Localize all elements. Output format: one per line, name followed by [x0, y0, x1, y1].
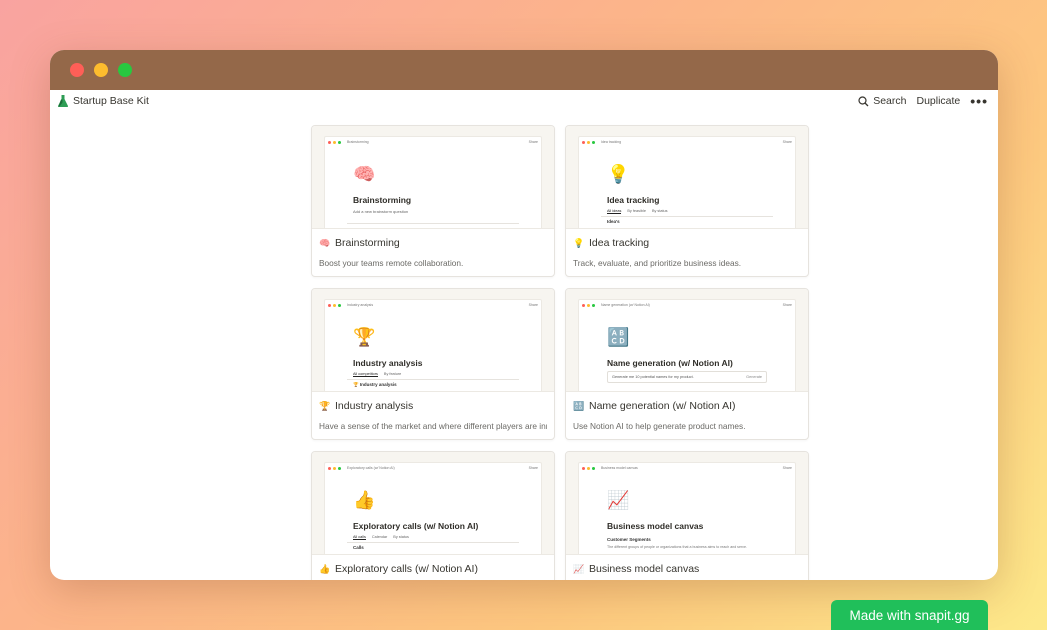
- preview-title: Name generation (w/ Notion AI): [607, 358, 733, 368]
- preview-crumb: Brainstorming: [347, 140, 369, 144]
- preview-page: Idea tracking Share 💡 Idea tracking All …: [578, 136, 796, 228]
- card-title: Industry analysis: [335, 400, 414, 412]
- preview-subtitle: Add a new brainstorm question: [353, 209, 409, 214]
- preview-crumb: Idea tracking: [601, 140, 622, 144]
- search-icon: [858, 95, 869, 106]
- preview-title: Industry analysis: [353, 358, 423, 368]
- gallery-card-brainstorming[interactable]: Brainstorming Share 🧠 Brainstorming Add …: [311, 125, 555, 277]
- preview-section: 🏆 Industry analysis: [353, 382, 397, 387]
- preview-page: Name generation (w/ Notion AI) Share 🔠 N…: [578, 299, 796, 391]
- preview-share: Share: [528, 303, 538, 307]
- chart-increasing-icon: 📈: [607, 490, 630, 510]
- lightbulb-icon: 💡: [607, 164, 630, 184]
- preview-share: Share: [782, 466, 792, 470]
- thumbs-up-icon: 👍: [353, 490, 376, 510]
- card-preview: Idea tracking Share 💡 Idea tracking All …: [566, 126, 808, 229]
- thumbs-up-icon: 👍: [319, 563, 331, 574]
- gallery-card-industry-analysis[interactable]: Industry analysis Share 🏆 Industry analy…: [311, 288, 555, 440]
- preview-title: Exploratory calls (w/ Notion AI): [353, 521, 479, 531]
- preview-page: Exploratory calls (w/ Notion AI) Share 👍…: [324, 462, 542, 554]
- template-gallery: Brainstorming Share 🧠 Brainstorming Add …: [311, 125, 809, 580]
- flask-icon: [58, 95, 68, 107]
- maximize-window-button[interactable]: [118, 63, 132, 77]
- minimize-window-button[interactable]: [94, 63, 108, 77]
- preview-share: Share: [782, 140, 792, 144]
- card-preview: Brainstorming Share 🧠 Brainstorming Add …: [312, 126, 554, 229]
- page-topbar: Startup Base Kit Search Duplicate •••: [50, 90, 998, 112]
- preview-crumb: Industry analysis: [347, 303, 374, 307]
- card-title: Business model canvas: [589, 563, 700, 575]
- abcd-letters-icon: 🔠: [573, 400, 585, 411]
- card-preview: Name generation (w/ Notion AI) Share 🔠 N…: [566, 289, 808, 392]
- made-with-badge[interactable]: Made with snapit.gg: [831, 600, 988, 630]
- preview-ai-input: Generate me 10 potential names for my pr…: [607, 371, 767, 383]
- browser-window: Startup Base Kit Search Duplicate ••• Br…: [50, 50, 998, 580]
- preview-tabs: All calls Calendar By status: [353, 535, 409, 540]
- preview-share: Share: [528, 466, 538, 470]
- card-preview: Industry analysis Share 🏆 Industry analy…: [312, 289, 554, 392]
- card-title: Exploratory calls (w/ Notion AI): [335, 563, 478, 575]
- preview-title: Brainstorming: [353, 195, 412, 205]
- card-preview: Business model canvas Share 📈 Business m…: [566, 452, 808, 555]
- preview-page: Brainstorming Share 🧠 Brainstorming Add …: [324, 136, 542, 228]
- card-description: Track, evaluate, and prioritize business…: [573, 258, 742, 268]
- card-title: Brainstorming: [335, 237, 400, 249]
- breadcrumb[interactable]: Startup Base Kit: [58, 95, 149, 107]
- brain-icon: 🧠: [319, 237, 331, 248]
- window-titlebar: [50, 50, 998, 90]
- search-label: Search: [873, 95, 907, 107]
- preview-section: Calls: [353, 545, 364, 550]
- preview-share: Share: [782, 303, 792, 307]
- gallery-card-exploratory-calls[interactable]: Exploratory calls (w/ Notion AI) Share 👍…: [311, 451, 555, 580]
- preview-page: Industry analysis Share 🏆 Industry analy…: [324, 299, 542, 391]
- card-description: Use Notion AI to help generate product n…: [573, 421, 746, 431]
- abcd-letters-icon: 🔠: [607, 327, 630, 347]
- trophy-icon: 🏆: [353, 327, 376, 347]
- preview-tabs: All competitors By feature: [353, 372, 402, 377]
- preview-section: Idea's: [607, 219, 620, 224]
- gallery-card-idea-tracking[interactable]: Idea tracking Share 💡 Idea tracking All …: [565, 125, 809, 277]
- preview-tabs: All ideas By feasible By status: [607, 209, 668, 214]
- preview-crumb: Business model canvas: [601, 466, 638, 470]
- gallery-card-name-generation[interactable]: Name generation (w/ Notion AI) Share 🔠 N…: [565, 288, 809, 440]
- brain-icon: 🧠: [353, 164, 376, 184]
- lightbulb-icon: 💡: [573, 237, 585, 248]
- preview-title: Idea tracking: [607, 195, 660, 205]
- preview-text: The different groups of people or organi…: [607, 545, 747, 549]
- preview-page: Business model canvas Share 📈 Business m…: [578, 462, 796, 554]
- gallery-card-business-model-canvas[interactable]: Business model canvas Share 📈 Business m…: [565, 451, 809, 580]
- card-title: Name generation (w/ Notion AI): [589, 400, 736, 412]
- close-window-button[interactable]: [70, 63, 84, 77]
- preview-share: Share: [528, 140, 538, 144]
- gallery-area: Brainstorming Share 🧠 Brainstorming Add …: [50, 112, 998, 580]
- card-description: Have a sense of the market and where dif…: [319, 421, 547, 431]
- duplicate-button[interactable]: Duplicate: [917, 95, 961, 107]
- chart-increasing-icon: 📈: [573, 563, 585, 574]
- preview-crumb: Exploratory calls (w/ Notion AI): [347, 466, 395, 470]
- more-options-icon[interactable]: •••: [970, 93, 988, 109]
- card-title: Idea tracking: [589, 237, 650, 249]
- card-preview: Exploratory calls (w/ Notion AI) Share 👍…: [312, 452, 554, 555]
- preview-section: Customer Segments: [607, 537, 651, 542]
- preview-title: Business model canvas: [607, 521, 704, 531]
- preview-crumb: Name generation (w/ Notion AI): [601, 303, 650, 307]
- trophy-icon: 🏆: [319, 400, 331, 411]
- page-title: Startup Base Kit: [73, 95, 149, 107]
- search-button[interactable]: Search: [858, 95, 907, 107]
- card-description: Boost your teams remote collaboration.: [319, 258, 464, 268]
